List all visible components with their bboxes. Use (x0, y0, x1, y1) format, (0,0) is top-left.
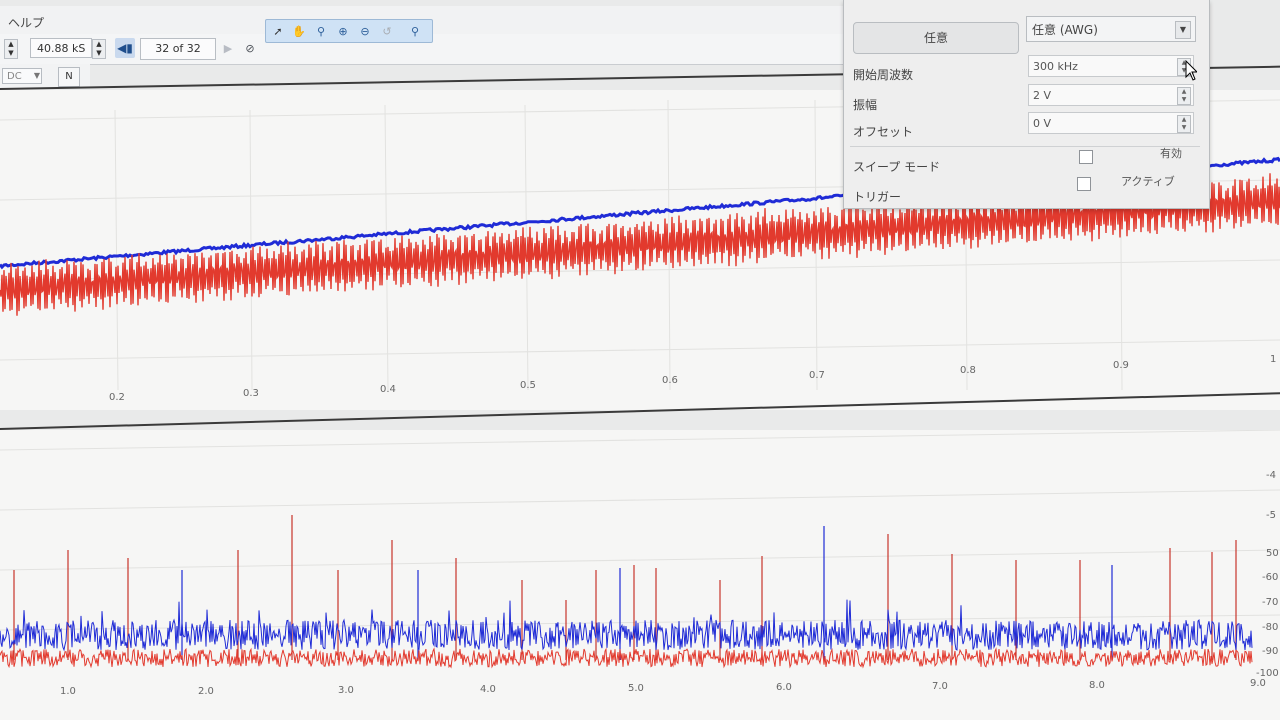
amplitude-value: 2 V (1033, 89, 1052, 102)
x-tick: 2.0 (198, 686, 214, 697)
spin-icon[interactable]: ▲ ▼ (1177, 87, 1191, 105)
samples-field[interactable]: 40.88 kS (30, 38, 92, 58)
y-tick: -60 (1262, 572, 1279, 583)
channel-b-spectrum (0, 647, 1253, 669)
x-tick: 0.5 (520, 380, 536, 391)
divider (850, 146, 1200, 147)
compass-icon[interactable]: ⊘ (240, 38, 260, 58)
offset-label: オフセット (853, 125, 914, 139)
hand-icon[interactable]: ✋ (289, 21, 309, 41)
y-tick: -90 (1262, 646, 1279, 657)
x-tick: 0.7 (809, 370, 825, 381)
start-frequency-field[interactable]: 300 kHz ▲ ▼ (1028, 55, 1194, 77)
waveform-select-value: 任意 (AWG) (1032, 23, 1098, 37)
x-tick: 0.4 (380, 384, 396, 395)
x-tick: 0.6 (662, 375, 678, 386)
rewind-icon[interactable]: ◀▮ (115, 38, 135, 58)
x-tick: 0.3 (243, 388, 259, 399)
sweep-enable-checkbox[interactable] (1079, 150, 1093, 164)
start-frequency-value: 300 kHz (1033, 60, 1078, 73)
amplitude-field[interactable]: 2 V ▲ ▼ (1028, 84, 1194, 106)
x-tick: 0.2 (109, 392, 125, 403)
x-tick: 9.0 (1250, 678, 1266, 689)
undo-zoom-icon[interactable]: ↺ (377, 21, 397, 41)
sweep-enabled-label: 有効 (1160, 147, 1182, 160)
arbitrary-edit-button[interactable]: 任意 (853, 22, 1019, 54)
spin-icon[interactable]: ▲ ▼ (1177, 115, 1191, 133)
menu-help[interactable]: ヘルプ (8, 14, 44, 31)
x-tick: 4.0 (480, 684, 496, 695)
x-tick: 3.0 (338, 685, 354, 696)
amplitude-label: 振幅 (853, 98, 878, 112)
channel-options-row: DC ▼ N (0, 64, 90, 88)
signal-generator-panel: 任意 任意 (AWG) ▼ 開始周波数 300 kHz ▲ ▼ 振幅 2 V ▲ ▼… (843, 0, 1210, 209)
channel-a-spectrum (0, 599, 1253, 652)
offset-field[interactable]: 0 V ▲ ▼ (1028, 112, 1194, 134)
samples-spin-left-icon[interactable]: ▲ ▼ (4, 39, 18, 59)
x-tick: 1 (1270, 354, 1277, 365)
x-tick: 0.8 (960, 365, 976, 376)
trigger-active-checkbox[interactable] (1077, 177, 1091, 191)
y-tick: 50 (1266, 548, 1279, 559)
mouse-cursor-icon (1185, 60, 1197, 81)
spectrum-svg (0, 430, 1280, 669)
y-tick: -100 (1256, 668, 1279, 679)
y-tick: -80 (1262, 622, 1279, 633)
zoom-in-icon[interactable]: ⚲ (311, 21, 331, 41)
zoom-tool-group: ➚ ✋ ⚲ ⊕ ⊖ ↺ ⚲ (265, 19, 433, 43)
chevron-down-icon[interactable]: ▼ (32, 69, 42, 83)
zoom-plus-icon[interactable]: ⊕ (333, 21, 353, 41)
x-tick: 7.0 (932, 681, 948, 692)
x-tick: 0.9 (1113, 360, 1129, 371)
sweep-mode-label: スイープ モード (853, 160, 941, 174)
chevron-down-icon[interactable]: ▼ (1175, 21, 1191, 39)
offset-value: 0 V (1033, 117, 1052, 130)
x-tick: 8.0 (1089, 680, 1105, 691)
samples-spin-icon[interactable]: ▲ ▼ (92, 39, 106, 59)
y-tick: -70 (1262, 597, 1279, 608)
y-tick: -5 (1266, 510, 1276, 521)
buffer-position-field[interactable]: 32 of 32 (140, 38, 216, 60)
x-tick: 5.0 (628, 683, 644, 694)
x-tick: 1.0 (60, 686, 76, 697)
x-tick: 6.0 (776, 682, 792, 693)
trigger-active-label: アクティブ (1121, 175, 1175, 188)
waveform-select[interactable]: 任意 (AWG) ▼ (1026, 16, 1196, 42)
zoom-fit-icon[interactable]: ⚲ (405, 21, 425, 41)
zoom-minus-icon[interactable]: ⊖ (355, 21, 375, 41)
pointer-icon[interactable]: ➚ (268, 21, 288, 41)
trigger-label: トリガー (853, 190, 902, 204)
probe-icon[interactable]: N (58, 67, 80, 87)
spectrum-plot[interactable]: 1.0 2.0 3.0 4.0 5.0 6.0 7.0 8.0 9.0 -4 -… (0, 430, 1280, 720)
y-tick: -4 (1266, 470, 1276, 481)
play-next-icon[interactable]: ▶ (218, 38, 238, 58)
start-frequency-label: 開始周波数 (853, 68, 914, 82)
